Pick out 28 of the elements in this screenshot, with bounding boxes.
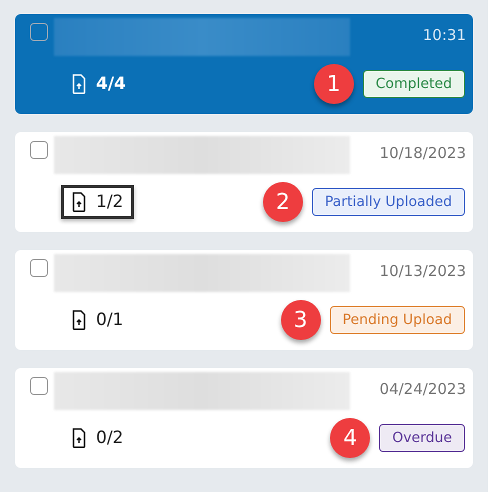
status-tag: Pending Upload (330, 306, 465, 334)
status-tag: Partially Uploaded (312, 188, 465, 216)
callout-marker: 2 (262, 182, 303, 222)
card-time: 04/24/2023 (380, 380, 466, 398)
checkbox[interactable] (30, 23, 48, 41)
file-count: 0/1 (96, 310, 124, 330)
checkbox[interactable] (30, 141, 48, 159)
callout-marker: 4 (330, 418, 370, 458)
upload-card[interactable]: 10/18/2023 1/2 2 Partially Uploaded (15, 132, 473, 232)
card-time: 10:31 (422, 26, 466, 44)
file-upload-icon (72, 310, 86, 330)
status-tag: Overdue (379, 424, 465, 452)
file-count: 0/2 (96, 428, 124, 448)
upload-card[interactable]: 10:31 4/4 1 Completed (15, 14, 473, 114)
file-upload-icon (72, 192, 86, 212)
callout-marker: 3 (280, 300, 321, 340)
card-time: 10/13/2023 (380, 262, 466, 280)
upload-card[interactable]: 10/13/2023 0/1 3 Pending Upload (15, 250, 473, 350)
upload-card[interactable]: 04/24/2023 0/2 4 Overdue (15, 368, 473, 468)
status-tag: Completed (362, 70, 465, 98)
checkbox[interactable] (30, 259, 48, 277)
file-count: 4/4 (96, 74, 126, 94)
file-upload-icon (72, 74, 86, 94)
callout-marker: 1 (314, 64, 354, 104)
file-count: 1/2 (96, 192, 124, 212)
checkbox[interactable] (30, 377, 48, 395)
file-upload-icon (72, 428, 86, 448)
card-time: 10/18/2023 (380, 144, 466, 162)
